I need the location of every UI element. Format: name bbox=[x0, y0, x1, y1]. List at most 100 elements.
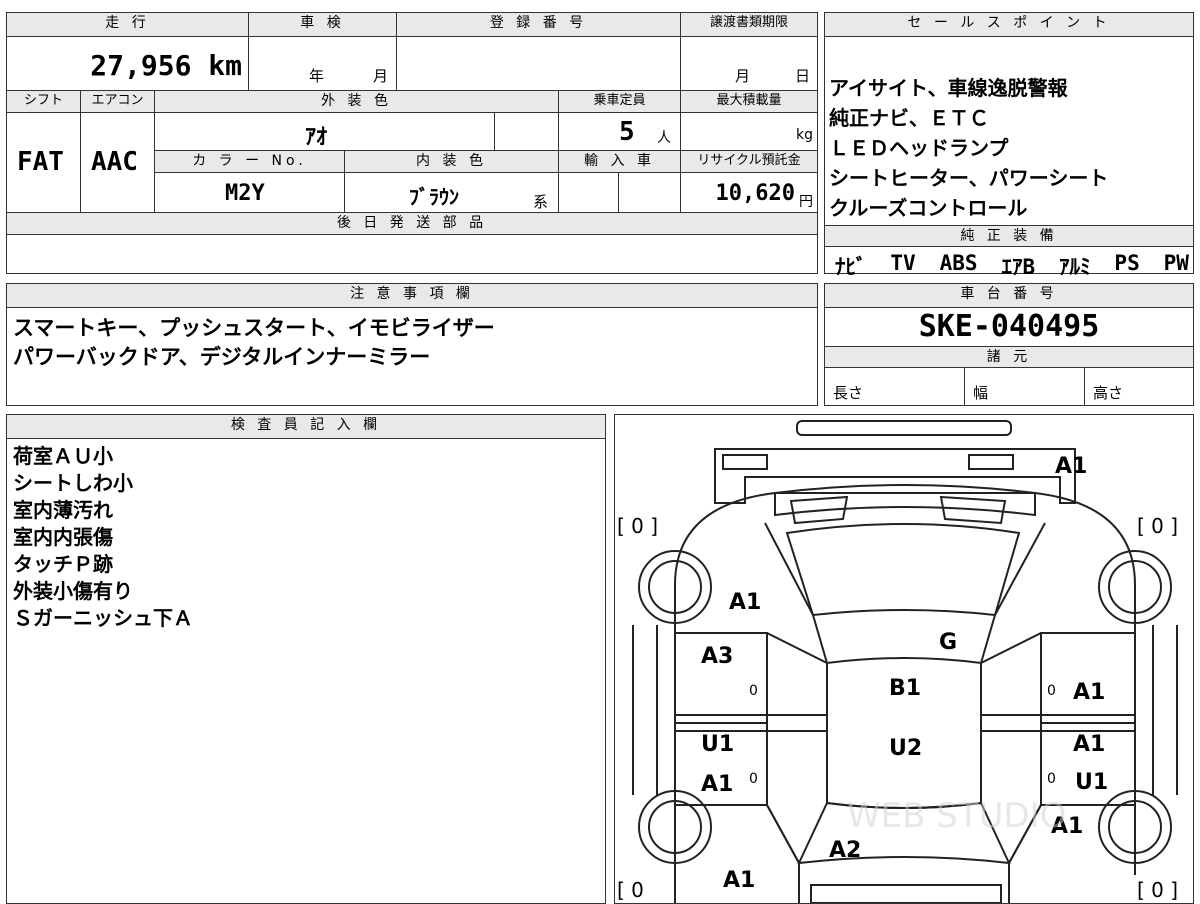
inspector-line: 室内薄汚れ bbox=[13, 498, 113, 522]
tire-mark-front-right: [ 0 ] bbox=[1137, 514, 1178, 538]
recycle-cell: 10,620 円 bbox=[681, 173, 817, 213]
import-cell-b bbox=[619, 173, 681, 213]
damage-label: A1 bbox=[723, 868, 755, 893]
shaken-cell: 年 月 bbox=[249, 37, 397, 91]
recycle-value: 10,620 bbox=[715, 181, 795, 206]
spec-header: 諸 元 bbox=[825, 346, 1193, 368]
equipment-item: ﾅﾋﾞ bbox=[835, 255, 867, 279]
shift-header: シフト bbox=[7, 91, 81, 113]
left-rail bbox=[632, 625, 658, 795]
damage-label: A1 bbox=[1055, 454, 1087, 479]
small-zero: 0 bbox=[1047, 771, 1056, 787]
exterior-extra-cell bbox=[495, 113, 559, 151]
capacity-cell: 5 人 bbox=[559, 113, 681, 151]
spec-length: 長さ bbox=[825, 368, 965, 405]
tire-mark-front-left: [ 0 ] bbox=[617, 514, 658, 538]
inspector-list: 荷室ＡＵ小 シートしわ小 室内薄汚れ 室内内張傷 タッチＰ跡 外装小傷有り Ｓガ… bbox=[13, 443, 193, 632]
sales-point: クルーズコントロール bbox=[829, 196, 1028, 220]
headlight-left bbox=[722, 454, 768, 470]
damage-label: U1 bbox=[1075, 770, 1108, 795]
left-door-line bbox=[766, 632, 828, 864]
transfer-month: 月 bbox=[735, 67, 751, 85]
color-no-cell: M2Y bbox=[155, 173, 345, 213]
aircon-header: エアコン bbox=[81, 91, 155, 113]
inspector-line: タッチＰ跡 bbox=[13, 552, 113, 576]
capacity-unit: 人 bbox=[657, 130, 671, 146]
aircon-cell: AAC bbox=[81, 113, 155, 213]
sales-point: ＬＥＤヘッドランプ bbox=[829, 136, 1009, 160]
sales-points-list: アイサイト、車線逸脱警報 純正ナビ、ＥＴＣ ＬＥＤヘッドランプ シートヒーター、… bbox=[829, 73, 1108, 223]
a-pillar-right bbox=[980, 522, 1046, 664]
color-no-value: M2Y bbox=[225, 181, 265, 206]
damage-label: U1 bbox=[701, 732, 734, 757]
shaken-month: 月 bbox=[373, 67, 389, 85]
notes-list: スマートキー、プッシュスタート、イモビライザー パワーバックドア、デジタルインナ… bbox=[13, 314, 495, 372]
notes-header: 注 意 事 項 欄 bbox=[7, 284, 817, 308]
damage-label: A1 bbox=[701, 772, 733, 797]
load-header: 最大積載量 bbox=[681, 91, 817, 113]
shift-cell: FAT bbox=[7, 113, 81, 213]
tire-mark-rear-right: [ 0 ] bbox=[1137, 878, 1178, 902]
inspector-line: 室内内張傷 bbox=[13, 525, 113, 549]
vehicle-spec-table: 走 行 車 検 登 録 番 号 譲渡書類期限 27,956 km 年 月 月 日… bbox=[6, 12, 818, 274]
transfer-header: 譲渡書類期限 bbox=[681, 13, 817, 37]
chassis-number: SKE-040495 bbox=[918, 309, 1100, 344]
load-cell: kg bbox=[681, 113, 817, 151]
recycle-unit: 円 bbox=[799, 194, 813, 210]
watermark: WEB STUDIO bbox=[847, 796, 1066, 836]
mileage-header: 走 行 bbox=[7, 13, 249, 37]
small-zero: 0 bbox=[749, 771, 758, 787]
note-line: スマートキー、プッシュスタート、イモビライザー bbox=[13, 316, 495, 340]
equipment-item: ABS bbox=[939, 251, 978, 275]
capacity-value: 5 bbox=[619, 117, 635, 147]
mileage-value: 27,956 km bbox=[90, 49, 242, 82]
car-diagram-panel: [ 0 ] [ 0 ] [ 0 [ 0 ] 0 0 0 0 A1 A1 G A3… bbox=[614, 414, 1194, 904]
inspector-line: Ｓガーニッシュ下Ａ bbox=[13, 606, 193, 630]
right-front-door bbox=[1040, 632, 1136, 724]
registration-header: 登 録 番 号 bbox=[397, 13, 681, 37]
shaken-header: 車 検 bbox=[249, 13, 397, 37]
damage-label: A2 bbox=[829, 838, 861, 863]
equipment-item: PW bbox=[1163, 251, 1189, 275]
transfer-day: 日 bbox=[795, 67, 811, 85]
spec-width-label: 幅 bbox=[973, 384, 989, 402]
recycle-header: リサイクル預託金 bbox=[681, 151, 817, 173]
equipment-item: ｱﾙﾐ bbox=[1059, 255, 1091, 279]
equipment-item: PS bbox=[1114, 251, 1140, 275]
sales-points-panel: セ ー ル ス ポ イ ン ト アイサイト、車線逸脱警報 純正ナビ、ＥＴＣ ＬＥ… bbox=[824, 12, 1194, 279]
rear-bumper bbox=[810, 884, 1002, 903]
load-unit: kg bbox=[796, 127, 813, 143]
later-parts-header: 後 日 発 送 部 品 bbox=[7, 213, 817, 235]
capacity-header: 乗車定員 bbox=[559, 91, 681, 113]
small-zero: 0 bbox=[1047, 683, 1056, 699]
note-line: パワーバックドア、デジタルインナーミラー bbox=[13, 345, 431, 369]
sales-point: 純正ナビ、ＥＴＣ bbox=[829, 106, 989, 130]
equipment-header: 純 正 装 備 bbox=[825, 225, 1193, 247]
sales-points-header: セ ー ル ス ポ イ ン ト bbox=[825, 13, 1193, 37]
exterior-color-cell: ｱｵ bbox=[155, 113, 495, 151]
exterior-color-value: ｱｵ bbox=[305, 125, 328, 150]
windshield bbox=[785, 523, 1021, 617]
spec-height: 高さ bbox=[1085, 368, 1193, 405]
registration-cell bbox=[397, 37, 681, 91]
a-pillar-left bbox=[764, 522, 828, 664]
interior-header: 内 装 色 bbox=[345, 151, 559, 173]
chassis-panel: 車 台 番 号 SKE-040495 諸 元 長さ 幅 高さ bbox=[824, 283, 1194, 406]
inspector-header: 検 査 員 記 入 欄 bbox=[7, 415, 605, 439]
damage-label: A1 bbox=[1073, 680, 1105, 705]
aircon-value: AAC bbox=[91, 147, 138, 177]
front-panel bbox=[714, 448, 1076, 504]
damage-label: G bbox=[939, 630, 957, 655]
exterior-header: 外 装 色 bbox=[155, 91, 559, 113]
transfer-cell: 月 日 bbox=[681, 37, 817, 91]
equipment-item: ｴｱB bbox=[1001, 255, 1036, 279]
tire-mark-rear-left: [ 0 bbox=[617, 878, 644, 902]
inspector-line: 外装小傷有り bbox=[13, 579, 133, 603]
right-rail bbox=[1152, 625, 1178, 795]
inspector-line: シートしわ小 bbox=[13, 471, 133, 495]
damage-label: B1 bbox=[889, 676, 921, 701]
mileage-cell: 27,956 km bbox=[7, 37, 249, 91]
front-bumper bbox=[796, 420, 1012, 436]
chassis-header: 車 台 番 号 bbox=[825, 284, 1193, 308]
notes-panel: 注 意 事 項 欄 スマートキー、プッシュスタート、イモビライザー パワーバック… bbox=[6, 283, 818, 406]
